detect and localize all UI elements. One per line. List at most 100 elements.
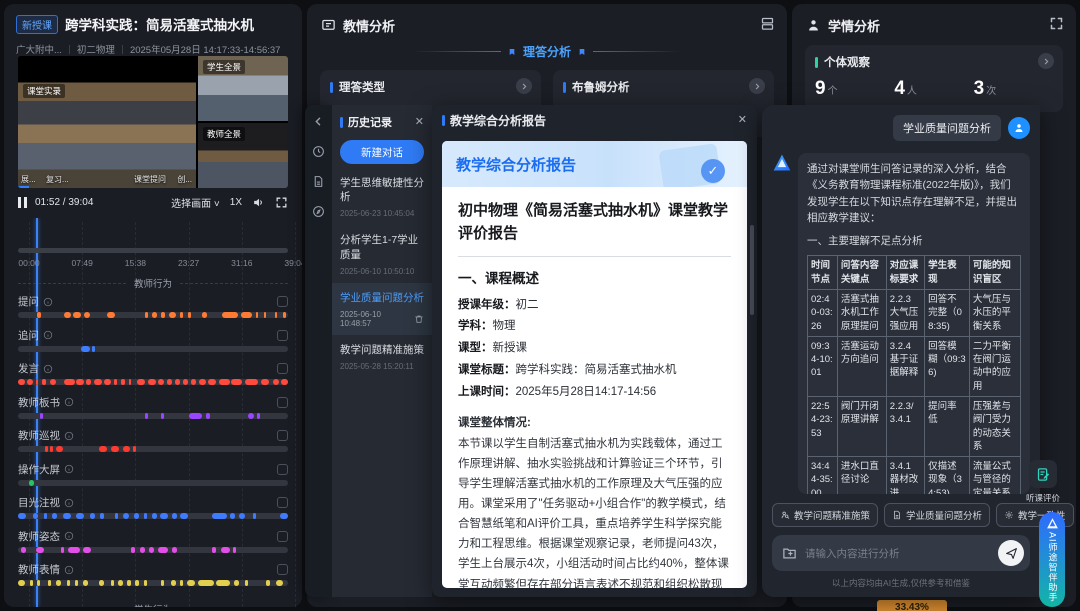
track-checkbox[interactable] [277,363,288,374]
table-header: 时间节点 [807,255,838,290]
event-segment [50,379,56,385]
report-scrollbar[interactable] [750,225,754,315]
history-item[interactable]: 学生思维敏捷性分析 2025-06-23 10:45:04 [332,168,432,225]
event-segment [266,580,270,586]
video-chapter-marker[interactable]: 课堂提问 [134,174,166,185]
event-segment [158,379,164,385]
card-metrics: 9个4人3次 [815,78,1053,100]
track-bar[interactable] [18,546,288,553]
ai-assistant-button[interactable]: AI师途智伴助手 [1039,512,1065,607]
event-segment [76,379,85,385]
attach-folder-icon[interactable] [782,546,797,561]
playback-speed-button[interactable]: 1X [230,197,242,208]
event-segment [189,412,202,419]
chat-placeholder: 请输入内容进行分析 [805,547,900,560]
event-segment [231,379,243,385]
panel-fullscreen-icon[interactable] [1049,16,1064,31]
info-icon [43,297,53,307]
report-section-1: 一、课程概述 [458,270,539,286]
history-item[interactable]: 分析学生1-7学业质量 2025-06-10 10:50:10 [332,225,432,282]
track-bar[interactable] [18,412,288,419]
video-progress-bar[interactable] [18,186,29,188]
event-segment [244,580,249,586]
trash-icon[interactable] [414,314,424,324]
timeline-tick-label: 31:16 [231,258,253,268]
video-fullscreen-icon[interactable] [275,196,288,209]
history-close-icon[interactable]: ✕ [415,116,424,128]
collapse-icon[interactable] [312,115,325,128]
video-teacher-view[interactable]: 教师全景 [198,123,288,188]
report-document[interactable]: ✓ 教学综合分析报告 初中物理《简易活塞式抽水机》课堂教学评价报告 一、课程概述… [442,141,747,588]
layout-grid-icon[interactable] [760,16,775,31]
timeline-track-发言: 发言 [4,361,302,395]
video-player[interactable]: 课堂实录 展... 复习... 课堂提问 创... 学生全景 教师全景 [18,56,288,188]
chat-input[interactable]: 请输入内容进行分析 [772,535,1030,571]
insight-compass-icon[interactable] [312,205,325,218]
partial-percentage-badge: 33.43% [877,600,947,611]
report-meta-line: 课型：新授课 [458,342,527,355]
user-message: 学业质量问题分析 [893,115,1001,141]
event-segment [18,513,27,519]
tab-flag-icon [578,48,586,56]
history-icon[interactable] [312,145,325,158]
video-main-view[interactable]: 课堂实录 展... 复习... 课堂提问 创... [18,56,196,188]
track-checkbox[interactable] [277,396,288,408]
video-chapter-marker[interactable]: 复习... [46,174,69,185]
suggestion-chip[interactable]: 学业质量问题分析 [884,503,991,527]
report-meta-line: 课堂标题：跨学科实践：简易活塞式抽水机 [458,364,677,377]
chevron-right-icon[interactable] [1038,53,1054,69]
event-segment [263,312,267,318]
pause-button[interactable] [18,196,27,208]
track-bar[interactable] [18,513,288,519]
report-close-icon[interactable]: ✕ [738,114,747,126]
event-segment [171,546,178,553]
event-segment [247,412,255,419]
history-item[interactable]: 教学问题精准施策 2025-05-28 15:20:11 [332,335,432,378]
chevron-right-icon[interactable] [749,78,765,94]
track-checkbox[interactable] [277,296,288,307]
history-item-title: 学业质量问题分析 [340,291,424,304]
track-bar[interactable] [18,580,288,586]
timeline-track-教师巡视: 教师巡视 [4,428,302,462]
behavior-timeline[interactable]: 00:00 07:49 15:38 23:27 31:16 39:04 教师行为 提问追问… [4,218,302,607]
history-panel: 历史记录 ✕ 新建对话 学生思维敏捷性分析 2025-06-23 10:45:04… [332,105,432,597]
track-checkbox[interactable] [277,497,288,508]
send-button[interactable] [998,540,1024,566]
event-segment [144,412,149,419]
event-segment [174,379,180,385]
report-doc-icon[interactable] [312,175,325,188]
track-checkbox[interactable] [277,329,288,341]
suggestion-chip[interactable]: 教学问题精准施策 [772,503,879,527]
event-segment [170,580,176,586]
metric-value: 4 [894,78,905,99]
card-title: 理答类型 [330,79,531,95]
track-bar[interactable] [18,345,288,352]
video-chapter-marker[interactable]: 创... [177,174,192,185]
event-segment [208,379,217,385]
history-item-title: 分析学生1-7学业质量 [340,234,419,261]
track-bar[interactable] [18,312,288,318]
select-view-dropdown[interactable]: 选择画面 ˅ [171,195,220,210]
track-checkbox[interactable] [277,564,288,575]
video-chapter-marker[interactable]: 展... [21,174,36,185]
track-bar[interactable] [18,379,288,385]
class-evaluation-button[interactable]: 听课评价 [1020,460,1066,504]
track-checkbox[interactable] [277,430,288,441]
track-checkbox[interactable] [277,530,288,542]
video-students-view[interactable]: 学生全景 [198,56,288,121]
track-checkbox[interactable] [277,463,288,475]
tab-lida-analysis[interactable]: 理答分析 [307,43,787,60]
event-segment [111,446,120,452]
report-meta-line: 上课时间：2025年5月28日14:17-14:56 [458,385,657,398]
track-bar[interactable] [18,479,288,486]
new-chat-button[interactable]: 新建对话 [340,140,424,164]
lesson-title: 跨学科实践：简易活塞式抽水机 [65,18,254,33]
report-panel: 教学综合分析报告 ✕ ✓ 教学综合分析报告 初中物理《简易活塞式抽水机》课堂教学… [432,105,757,597]
track-bar[interactable] [18,446,288,452]
video-teacher-label: 教师全景 [203,127,246,141]
volume-icon[interactable] [252,196,265,209]
history-item[interactable]: 学业质量问题分析 2025-06-10 10:48:57 [332,282,432,335]
card-个体观察[interactable]: 个体观察 9 个 4 人 3 次 [805,45,1063,112]
chevron-right-icon[interactable] [516,78,532,94]
timeline-seekbar[interactable] [18,248,288,253]
